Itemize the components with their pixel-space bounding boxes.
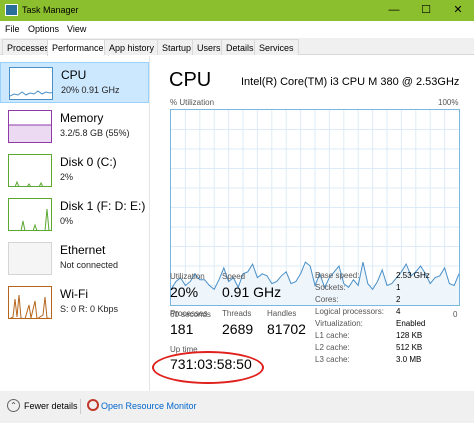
menu-file[interactable]: File: [5, 24, 20, 34]
footer-separator: [80, 399, 81, 414]
spec-cores-label: Cores:: [315, 295, 339, 304]
chevron-up-icon[interactable]: ⌃: [7, 399, 20, 412]
resource-wifi[interactable]: Wi-Fi S: 0 R: 0 Kbps: [0, 282, 149, 323]
task-manager-icon: [5, 4, 18, 16]
resource-cpu-detail: 20% 0.91 GHz: [61, 85, 120, 95]
window-title: Task Manager: [22, 5, 79, 15]
cpu-detail-panel: CPU Intel(R) Core(TM) i3 CPU M 380 @ 2.5…: [150, 56, 474, 391]
resource-disk0-title: Disk 0 (C:): [60, 155, 117, 169]
spec-sockets-label: Sockets:: [315, 283, 346, 292]
resource-ethernet-title: Ethernet: [60, 243, 106, 257]
tab-app-history[interactable]: App history: [104, 39, 160, 55]
spec-l3-label: L3 cache:: [315, 355, 350, 364]
spec-cores-value: 2: [396, 295, 401, 304]
spec-virtualization-label: Virtualization:: [315, 319, 363, 328]
cpu-model: Intel(R) Core(TM) i3 CPU M 380 @ 2.53GHz: [241, 76, 460, 88]
spec-base-speed-value: 2.53 GHz: [396, 271, 430, 280]
menu-bar: File Options View: [0, 21, 474, 38]
spec-l3-value: 3.0 MB: [396, 355, 422, 364]
processes-value: 181: [170, 321, 194, 337]
uptime-annotation-circle: [152, 351, 264, 384]
cpu-thumbnail: [9, 67, 53, 100]
resource-disk1-detail: 0%: [60, 216, 74, 226]
resource-memory-detail: 3.2/5.8 GB (55%): [60, 128, 130, 138]
resource-cpu[interactable]: CPU 20% 0.91 GHz: [0, 62, 149, 103]
spec-sockets-value: 1: [396, 283, 401, 292]
cpu-heading: CPU: [169, 69, 212, 91]
graph-time-zero: 0: [453, 310, 458, 319]
utilization-axis-max: 100%: [438, 98, 459, 107]
wifi-thumbnail: [8, 286, 52, 319]
utilization-label: Utilization: [170, 272, 205, 281]
spec-l2-value: 512 KB: [396, 343, 423, 352]
threads-label: Threads: [222, 309, 252, 318]
spec-logical-value: 4: [396, 307, 401, 316]
close-button[interactable]: ✕: [442, 0, 474, 21]
threads-value: 2689: [222, 321, 254, 337]
disk0-thumbnail: [8, 154, 52, 187]
fewer-details-link[interactable]: Fewer details: [24, 401, 78, 411]
processes-label: Processes: [170, 309, 208, 318]
resource-ethernet-detail: Not connected: [60, 260, 119, 270]
spec-virtualization-value: Enabled: [396, 319, 426, 328]
spec-base-speed-label: Base speed:: [315, 271, 360, 280]
minimize-button[interactable]: —: [378, 0, 410, 21]
resource-wifi-detail: S: 0 R: 0 Kbps: [60, 304, 119, 314]
resource-list: CPU 20% 0.91 GHz Memory 3.2/5.8 GB (55%)…: [0, 56, 150, 391]
resource-disk1-title: Disk 1 (F: D: E:): [60, 199, 146, 213]
resource-ethernet[interactable]: Ethernet Not connected: [0, 238, 149, 279]
resource-memory-title: Memory: [60, 111, 104, 125]
resource-cpu-title: CPU: [61, 68, 87, 82]
tab-startup[interactable]: Startup: [157, 39, 197, 55]
open-resource-monitor-link[interactable]: Open Resource Monitor: [101, 401, 197, 411]
utilization-axis-label: % Utilization: [170, 98, 215, 107]
resource-disk0[interactable]: Disk 0 (C:) 2%: [0, 150, 149, 191]
maximize-button[interactable]: ☐: [410, 0, 442, 21]
speed-value: 0.91 GHz: [222, 284, 282, 300]
title-bar: Task Manager — ☐ ✕: [0, 0, 474, 21]
ethernet-thumbnail: [8, 242, 52, 275]
handles-label: Handles: [267, 309, 297, 318]
tab-details[interactable]: Details: [221, 39, 259, 55]
resource-monitor-icon[interactable]: [87, 399, 99, 411]
memory-thumbnail: [8, 110, 52, 143]
footer-bar: ⌃ Fewer details Open Resource Monitor: [0, 391, 474, 423]
handles-value: 81702: [267, 321, 306, 337]
speed-label: Speed: [222, 272, 246, 281]
spec-l1-value: 128 KB: [396, 331, 423, 340]
resource-disk0-detail: 2%: [60, 172, 74, 182]
spec-logical-label: Logical processors:: [315, 307, 384, 316]
tab-performance[interactable]: Performance: [47, 39, 109, 56]
resource-wifi-title: Wi-Fi: [60, 287, 88, 301]
menu-options[interactable]: Options: [28, 24, 59, 34]
menu-view[interactable]: View: [67, 24, 86, 34]
resource-memory[interactable]: Memory 3.2/5.8 GB (55%): [0, 106, 149, 147]
spec-l1-label: L1 cache:: [315, 331, 350, 340]
tab-bar: Processes Performance App history Startu…: [0, 38, 474, 56]
spec-l2-label: L2 cache:: [315, 343, 350, 352]
tab-services[interactable]: Services: [254, 39, 299, 55]
resource-disk1[interactable]: Disk 1 (F: D: E:) 0%: [0, 194, 149, 235]
disk1-thumbnail: [8, 198, 52, 231]
utilization-value: 20%: [170, 284, 199, 300]
